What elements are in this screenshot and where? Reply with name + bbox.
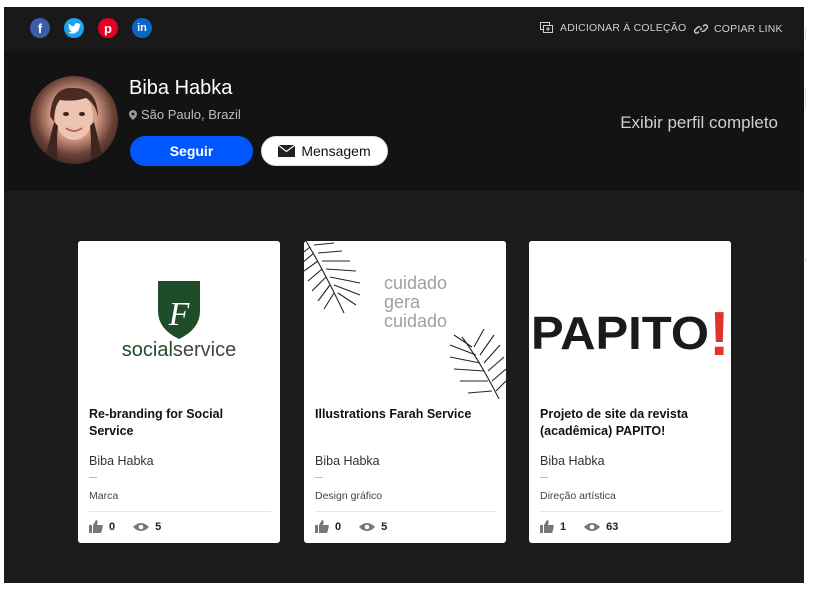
cover-line-3: cuidado: [384, 311, 447, 331]
divider: [805, 88, 806, 108]
likes-count: 1: [560, 520, 567, 533]
profile-panel: f p in ADICIONAR À COLEÇÃO COPIAR LINK B…: [4, 7, 804, 583]
copy-link-button[interactable]: COPIAR LINK: [694, 22, 783, 36]
facebook-icon[interactable]: f: [30, 18, 50, 38]
thumbs-up-icon: [89, 520, 103, 533]
eye-icon: [359, 522, 376, 531]
cover-monogram: F: [168, 296, 191, 333]
project-author[interactable]: Biba Habka: [89, 454, 154, 468]
add-collection-label: ADICIONAR À COLEÇÃO: [560, 22, 687, 34]
thumbs-up-icon: [540, 520, 554, 533]
project-title[interactable]: Projeto de site da revista (acadêmica) P…: [540, 406, 720, 440]
divider: [540, 511, 722, 512]
divider: [315, 477, 323, 478]
project-author[interactable]: Biba Habka: [540, 454, 605, 468]
project-category[interactable]: Design gráfico: [315, 490, 382, 502]
avatar[interactable]: [30, 76, 118, 164]
thumbs-up-icon: [315, 520, 329, 533]
message-button[interactable]: Mensagem: [261, 136, 388, 166]
views-count: 5: [155, 520, 162, 533]
project-card[interactable]: cuidado gera cuidado Illustrations Farah…: [304, 241, 506, 543]
message-label: Mensagem: [301, 143, 371, 159]
project-stats: 0 5: [89, 520, 161, 533]
project-cover[interactable]: PAPITO !: [529, 241, 731, 399]
cover-accent: !: [709, 300, 730, 369]
likes-count: 0: [335, 520, 342, 533]
copy-link-label: COPIAR LINK: [714, 23, 783, 35]
svg-text:cuidado gera: cuidado gera cuidado: [384, 273, 452, 331]
project-category[interactable]: Marca: [89, 490, 118, 502]
eye-icon: [133, 522, 150, 531]
divider: [89, 477, 97, 478]
linkedin-icon[interactable]: in: [132, 18, 152, 38]
views-count: 5: [381, 520, 388, 533]
profile-header: Biba Habka São Paulo, Brazil Seguir Mens…: [4, 51, 804, 191]
twitter-icon[interactable]: [64, 18, 84, 38]
add-collection-icon: [540, 22, 553, 33]
views-count: 63: [606, 520, 619, 533]
project-title[interactable]: Illustrations Farah Service: [315, 406, 495, 423]
profile-location: São Paulo, Brazil: [129, 107, 241, 122]
cover-brand-left: social: [122, 339, 173, 361]
follow-button[interactable]: Seguir: [130, 136, 253, 166]
cover-wordmark: PAPITO: [531, 307, 709, 359]
cover-brand-right: service: [173, 339, 236, 361]
project-cover[interactable]: F socialservice: [78, 241, 280, 399]
envelope-icon: [278, 145, 296, 157]
location-label: São Paulo, Brazil: [141, 107, 241, 122]
cover-line-2: gera: [384, 292, 421, 312]
divider: [805, 258, 806, 262]
add-to-collection-button[interactable]: ADICIONAR À COLEÇÃO: [540, 22, 686, 34]
view-full-profile-link[interactable]: Exibir perfil completo: [620, 113, 778, 133]
project-title[interactable]: Re-branding for Social Service: [89, 406, 269, 440]
divider: [315, 511, 497, 512]
project-card[interactable]: PAPITO ! Projeto de site da revista (aca…: [529, 241, 731, 543]
share-bar: f p in ADICIONAR À COLEÇÃO COPIAR LINK: [4, 7, 804, 51]
divider: [805, 28, 806, 40]
project-card[interactable]: F socialservice Re-branding for Social S…: [78, 241, 280, 543]
cover-line-1: cuidado: [384, 273, 447, 293]
pinterest-icon[interactable]: p: [98, 18, 118, 38]
project-author[interactable]: Biba Habka: [315, 454, 380, 468]
divider: [540, 477, 548, 478]
divider: [89, 511, 271, 512]
project-cover[interactable]: cuidado gera cuidado: [304, 241, 506, 399]
link-icon: [694, 24, 708, 34]
location-pin-icon: [129, 109, 137, 120]
project-stats: 0 5: [315, 520, 387, 533]
project-stats: 1 63: [540, 520, 618, 533]
svg-text:socialservice: socialservice: [122, 339, 237, 361]
project-category[interactable]: Direção artística: [540, 490, 616, 502]
profile-name[interactable]: Biba Habka: [129, 77, 232, 100]
eye-icon: [584, 522, 601, 531]
likes-count: 0: [109, 520, 116, 533]
